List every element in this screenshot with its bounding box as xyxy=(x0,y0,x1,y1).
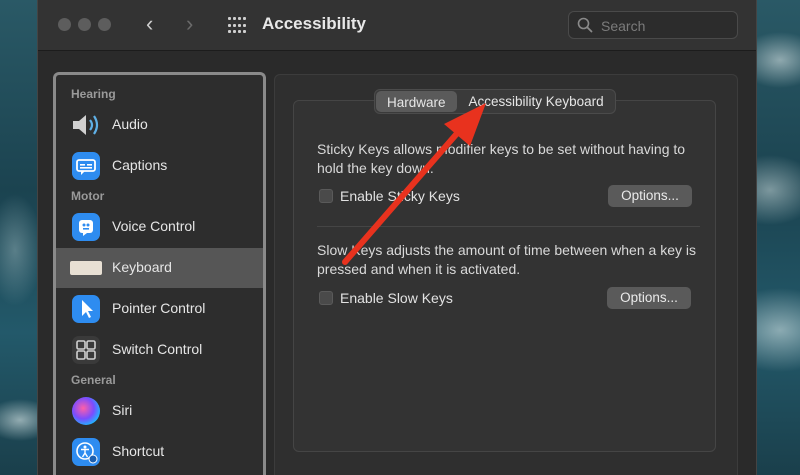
annotation-arrow-icon xyxy=(342,103,486,265)
